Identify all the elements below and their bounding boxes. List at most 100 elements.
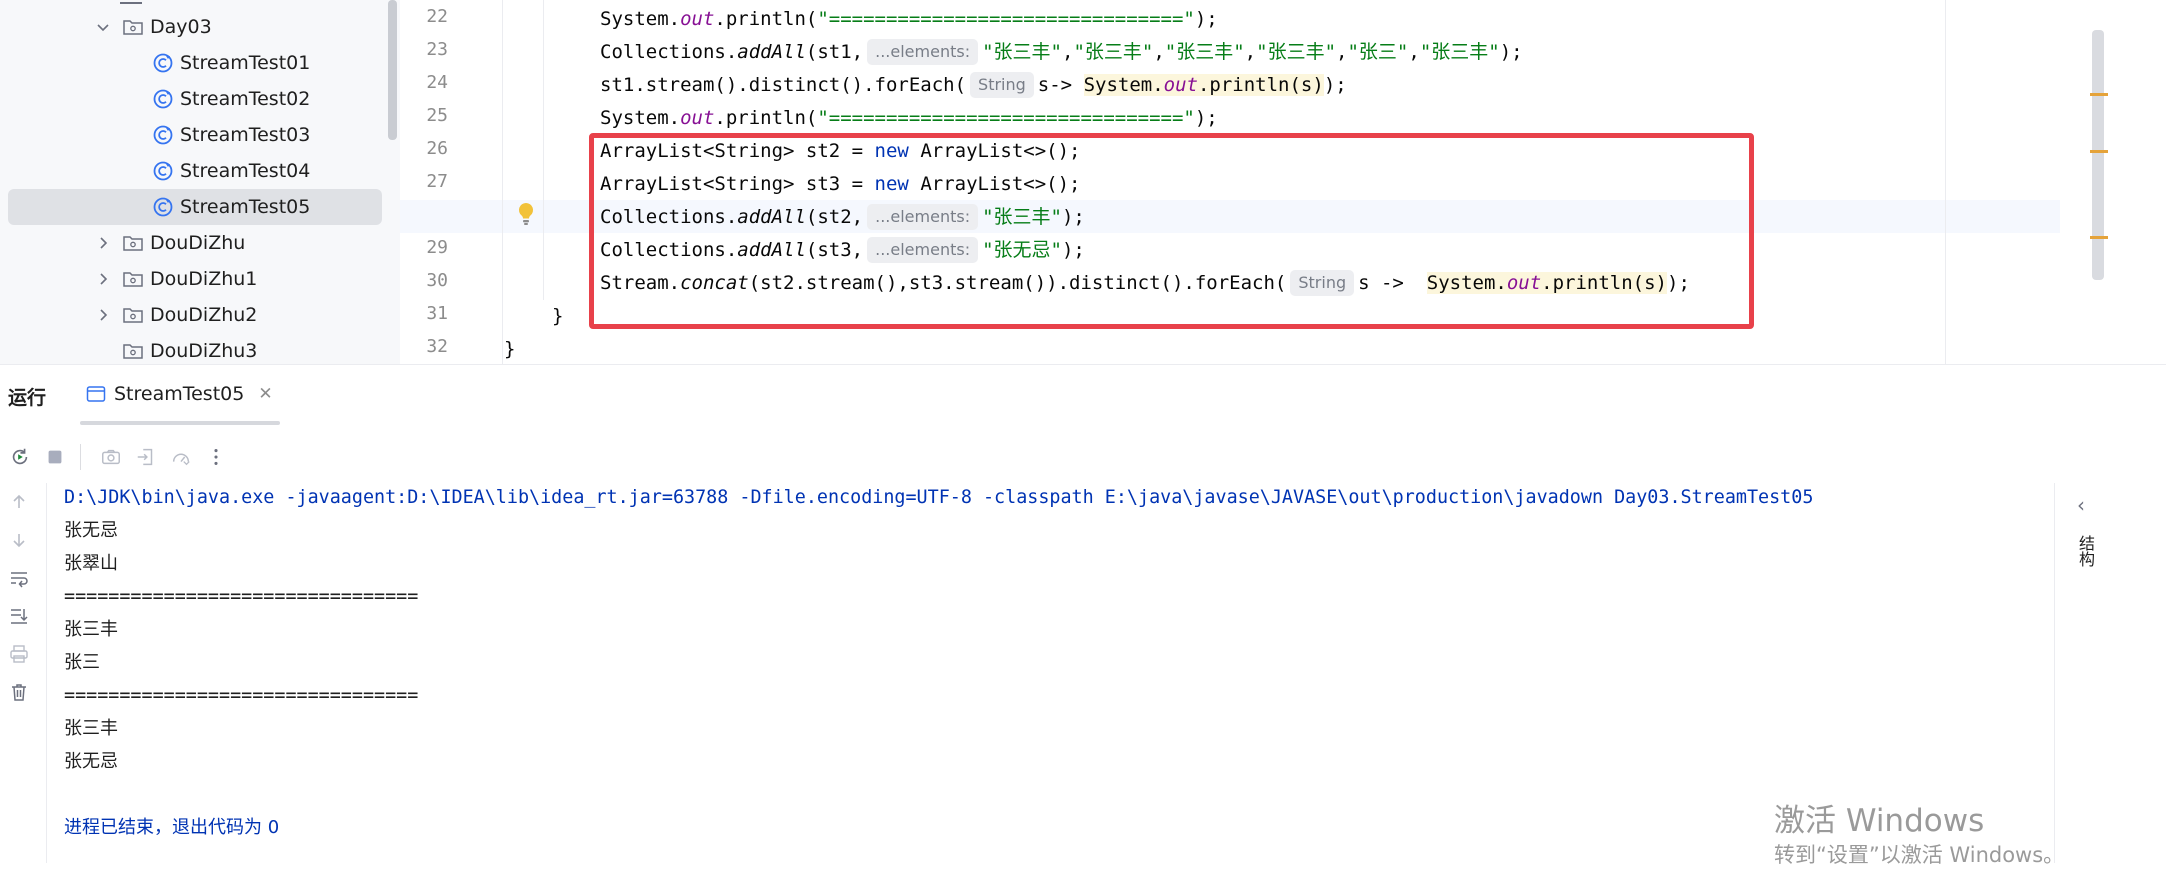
line-number: 25: [426, 105, 448, 126]
editor-scrollbar[interactable]: [2092, 30, 2104, 280]
line-number: 30: [426, 270, 448, 291]
line-number: 26: [426, 138, 448, 159]
toolbar-separator: [80, 444, 81, 470]
tree-scrollbar[interactable]: [388, 0, 397, 140]
line-number: 31: [426, 303, 448, 324]
scroll-to-end-icon[interactable]: [6, 603, 32, 629]
type-hint: String: [970, 72, 1034, 98]
chevron-right-icon[interactable]: [96, 308, 110, 322]
partial-icon: [120, 0, 142, 4]
tree-item-label: StreamTest03: [180, 124, 311, 146]
activation-watermark-title: 激活 Windows: [1774, 803, 1985, 839]
stop-icon[interactable]: [40, 442, 70, 472]
chevron-left-icon[interactable]: ‹: [2077, 493, 2085, 517]
chevron-right-icon[interactable]: [96, 272, 110, 286]
print-icon[interactable]: [6, 641, 32, 667]
string-literal: "===============================": [817, 107, 1195, 129]
tree-item-day03[interactable]: Day03: [0, 9, 386, 45]
soft-wrap-icon[interactable]: [6, 565, 32, 591]
string-literal: "张三丰": [1073, 41, 1154, 63]
tree-item-label: DouDiZhu3: [150, 340, 258, 362]
tab-underline: [80, 421, 280, 425]
login-icon[interactable]: [131, 442, 161, 472]
tree-item-doudizhu2[interactable]: DouDiZhu2: [0, 297, 386, 333]
arrow-up-icon[interactable]: [6, 489, 32, 515]
string-literal: "张三丰": [1256, 41, 1337, 63]
code-editor[interactable]: 22 23 24 25 26 27 28 29 30 31 32 System.…: [400, 0, 2166, 364]
string-literal: "张三": [1347, 41, 1409, 63]
gauge-icon[interactable]: [166, 442, 196, 472]
activation-watermark-subtitle: 转到“设置”以激活 Windows。: [1774, 843, 2065, 867]
tree-item-streamtest03[interactable]: StreamTest03: [0, 117, 386, 153]
structure-tool-label[interactable]: 结构: [2073, 535, 2097, 567]
tree-item-streamtest01[interactable]: StreamTest01: [0, 45, 386, 81]
output-line: 张三: [64, 652, 100, 673]
package-folder-icon: [122, 269, 144, 289]
output-line: 张三丰: [64, 718, 118, 739]
line-number: 29: [426, 237, 448, 258]
tree-item-label: StreamTest02: [180, 88, 311, 110]
trash-icon[interactable]: [6, 679, 32, 705]
console-output[interactable]: D:\JDK\bin\java.exe -javaagent:D:\IDEA\l…: [64, 483, 2044, 863]
arrow-down-icon[interactable]: [6, 527, 32, 553]
package-folder-icon: [122, 233, 144, 253]
warning-marker[interactable]: [2090, 236, 2108, 239]
run-tab[interactable]: StreamTest05 ✕: [86, 377, 273, 411]
highlight-box: [589, 133, 1754, 329]
indent-guide: [502, 0, 503, 364]
run-tab-label: StreamTest05: [114, 383, 245, 405]
package-folder-icon: [122, 305, 144, 325]
string-literal: "张三丰": [1419, 41, 1500, 63]
java-class-icon: [152, 89, 174, 109]
tree-item-label: DouDiZhu: [150, 232, 246, 254]
code-line-23[interactable]: Collections.addAll(st1, ...elements: "张三丰"…: [600, 36, 1523, 69]
more-options-icon[interactable]: [201, 442, 231, 472]
chevron-down-icon[interactable]: [96, 20, 110, 34]
code-line-25[interactable]: System.out.println("====================…: [600, 102, 1218, 135]
run-panel-title: 运行: [8, 387, 47, 409]
java-class-icon: [152, 53, 174, 73]
close-icon[interactable]: ✕: [258, 384, 272, 404]
java-class-icon: [152, 197, 174, 217]
code-line-32[interactable]: }: [504, 333, 515, 364]
tree-item-doudizhu3[interactable]: DouDiZhu3: [0, 333, 386, 364]
java-class-icon: [152, 161, 174, 181]
output-line: ================================: [64, 685, 419, 706]
code-line-22[interactable]: System.out.println("====================…: [600, 3, 1218, 36]
tree-item-label: StreamTest05: [180, 196, 311, 218]
tree-item-doudizhu[interactable]: DouDiZhu: [0, 225, 386, 261]
output-line: 张无忌: [64, 751, 118, 772]
right-tool-strip: ‹ 结构: [2054, 483, 2115, 863]
run-panel: 运行 StreamTest05 ✕ D:\JDK\bin\java.exe -j…: [0, 364, 2166, 867]
lightbulb-icon[interactable]: [516, 202, 536, 226]
line-gutter: 22 23 24 25 26 27 28 29 30 31 32: [400, 0, 500, 364]
rerun-icon[interactable]: [5, 442, 35, 472]
output-line: ================================: [64, 586, 419, 607]
tree-item-label: StreamTest04: [180, 160, 311, 182]
output-line: 张翠山: [64, 553, 118, 574]
warning-marker[interactable]: [2090, 93, 2108, 96]
tree-item-streamtest05[interactable]: StreamTest05: [8, 189, 382, 225]
indent-guide: [543, 0, 544, 300]
tree-item-label: Day03: [150, 16, 212, 38]
chevron-right-icon[interactable]: [96, 236, 110, 250]
output-line: 张三丰: [64, 619, 118, 640]
code-line-31[interactable]: }: [552, 300, 563, 333]
line-number: 32: [426, 336, 448, 357]
run-config-icon: [86, 386, 106, 402]
string-literal: "张三丰": [982, 41, 1062, 63]
tree-item-streamtest02[interactable]: StreamTest02: [0, 81, 386, 117]
package-folder-icon: [122, 341, 144, 361]
code-line-24[interactable]: st1.stream().distinct().forEach(String s-…: [600, 69, 1347, 102]
project-tree: Day03 StreamTest01 StreamTest02 StreamTe…: [0, 0, 400, 364]
line-number: 22: [426, 6, 448, 27]
parameter-hint: ...elements:: [867, 39, 979, 65]
warning-marker[interactable]: [2090, 150, 2108, 153]
camera-icon[interactable]: [96, 442, 126, 472]
tree-item-label: StreamTest01: [180, 52, 311, 74]
right-margin-guide: [1945, 0, 1946, 364]
line-number: 24: [426, 72, 448, 93]
tree-item-streamtest04[interactable]: StreamTest04: [0, 153, 386, 189]
exit-message: 进程已结束，退出代码为 0: [64, 817, 280, 838]
tree-item-doudizhu1[interactable]: DouDiZhu1: [0, 261, 386, 297]
